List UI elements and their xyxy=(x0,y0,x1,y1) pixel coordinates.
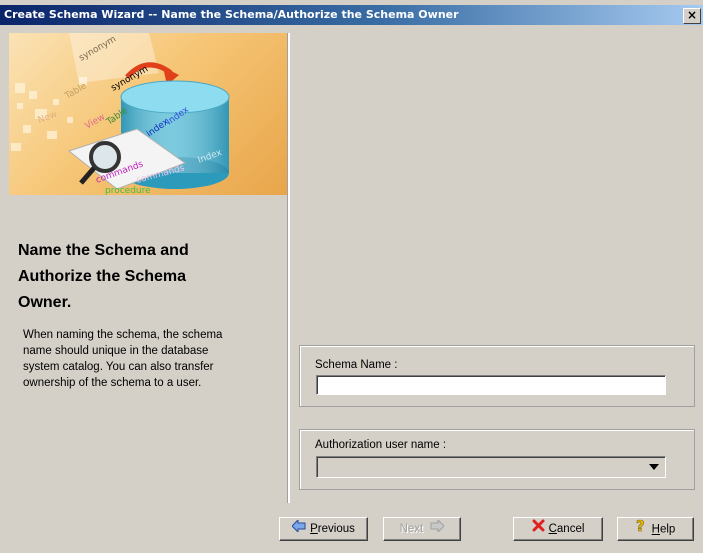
close-button[interactable]: × xyxy=(683,8,701,24)
database-illustration: synonym Table synonym New View Table ind… xyxy=(11,33,230,195)
page-title-line: Authorize the Schema xyxy=(18,268,187,285)
title-bar: Create Schema Wizard -- Name the Schema/… xyxy=(0,5,703,25)
authorization-user-label: Authorization user name : xyxy=(315,439,447,451)
page-title-line: Name the Schema and xyxy=(18,242,189,259)
svg-text:?: ? xyxy=(636,518,645,533)
description-line: system catalog. You can also transfer xyxy=(23,361,214,373)
cancel-button[interactable]: Cancel xyxy=(513,517,603,541)
previous-label: revious xyxy=(317,523,355,536)
next-label: Next xyxy=(399,523,424,536)
schema-name-input[interactable] xyxy=(316,375,666,395)
banner-word: Table xyxy=(63,81,89,102)
panel-divider xyxy=(287,33,290,503)
schema-name-label: Schema Name : xyxy=(315,359,398,371)
help-mnemonic: H xyxy=(651,523,660,536)
cancel-mnemonic: C xyxy=(548,523,557,536)
description-line: When naming the schema, the schema xyxy=(23,329,223,341)
chevron-down-icon xyxy=(649,464,659,470)
wizard-window: Create Schema Wizard -- Name the Schema/… xyxy=(0,0,703,553)
help-button[interactable]: ? Help xyxy=(617,517,694,541)
page-title: Name the Schema and Authorize the Schema… xyxy=(18,238,288,316)
description-line: ownership of the schema to a user. xyxy=(23,377,202,389)
window-title: Create Schema Wizard -- Name the Schema/… xyxy=(4,8,459,21)
cancel-x-icon xyxy=(532,518,545,540)
banner-word: View xyxy=(84,112,107,131)
previous-button[interactable]: Previous xyxy=(279,517,368,541)
close-icon: × xyxy=(686,8,698,22)
forward-arrow-icon xyxy=(430,518,446,540)
help-label: elp xyxy=(659,523,676,536)
banner-word: procedure xyxy=(105,186,151,195)
schema-name-group: Schema Name : xyxy=(299,345,695,407)
next-button[interactable]: Next xyxy=(383,517,461,541)
description-line: name should unique in the database xyxy=(23,345,209,357)
help-question-icon: ? xyxy=(635,517,648,541)
authorization-user-dropdown[interactable] xyxy=(316,456,666,478)
wizard-banner-image: synonym Table synonym New View Table ind… xyxy=(9,33,287,195)
cancel-label: ancel xyxy=(556,523,585,536)
page-description: When naming the schema, the schema name … xyxy=(23,327,285,391)
authorization-user-group: Authorization user name : xyxy=(299,429,695,490)
previous-mnemonic: P xyxy=(310,523,318,536)
back-arrow-icon xyxy=(291,518,306,540)
left-panel: synonym Table synonym New View Table ind… xyxy=(9,33,287,503)
page-title-line: Owner. xyxy=(18,294,72,311)
